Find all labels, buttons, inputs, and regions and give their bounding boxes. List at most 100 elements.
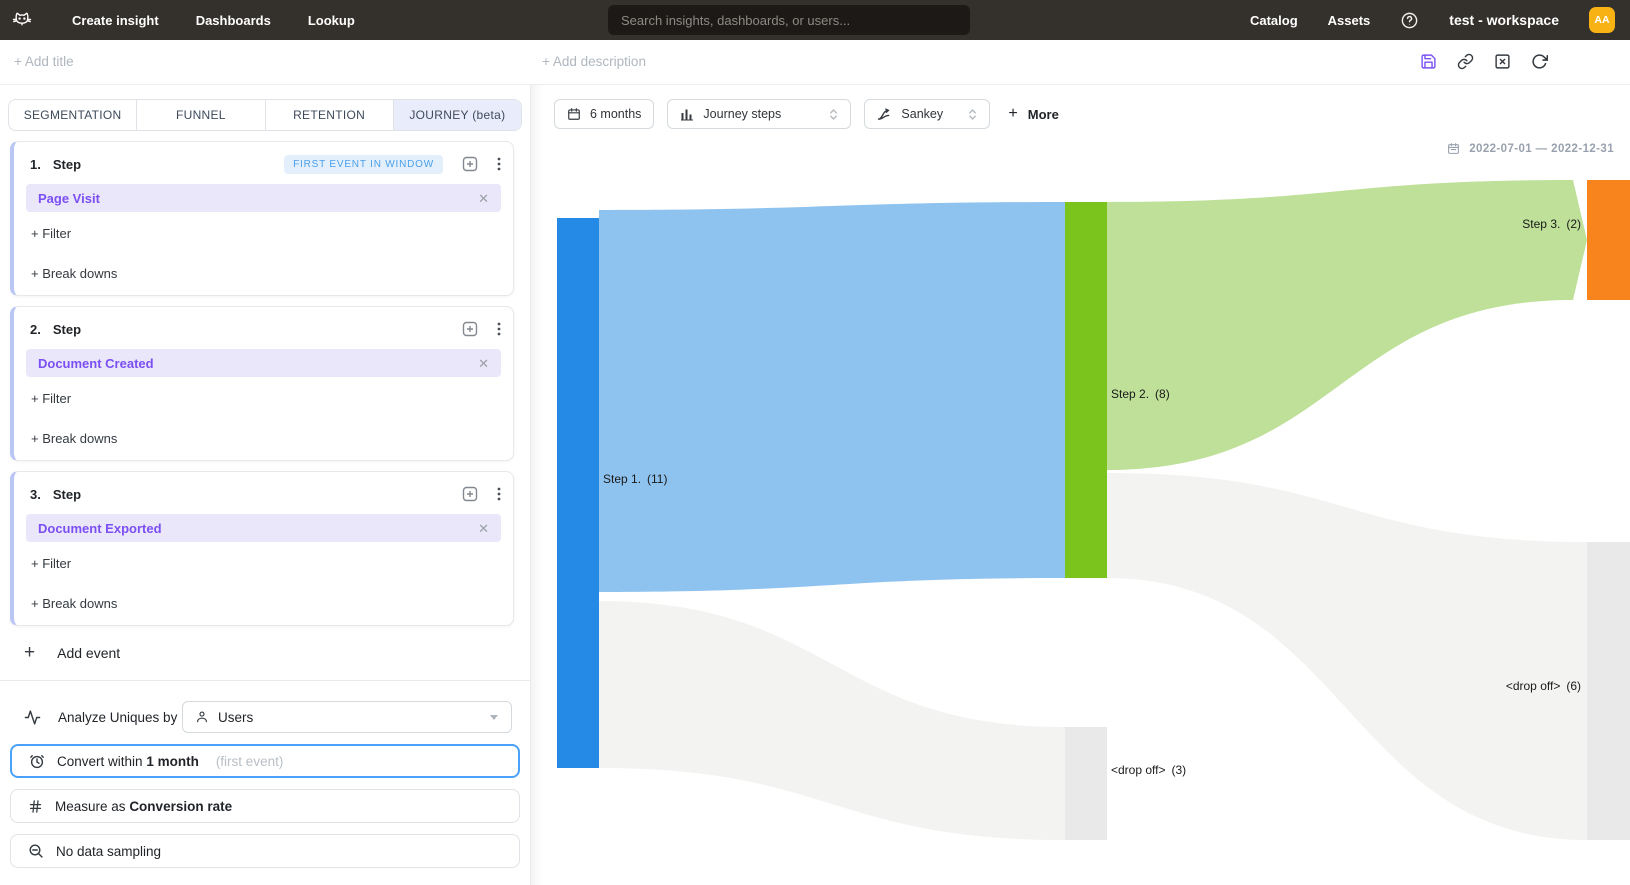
- nav-dashboards[interactable]: Dashboards: [196, 13, 271, 28]
- remove-event-icon[interactable]: ✕: [478, 192, 489, 205]
- step-title: Step: [53, 322, 81, 337]
- up-down-chevrons-icon: [968, 107, 977, 122]
- sankey-node-label-step1: Step 1. (11): [603, 472, 667, 486]
- chevron-down-icon: [489, 714, 499, 721]
- more-options-button[interactable]: + More: [1008, 105, 1058, 123]
- step-card-1: 1. Step FIRST EVENT IN WINDOW Page Visit…: [10, 141, 514, 296]
- more-label: More: [1028, 107, 1059, 122]
- nav-create-insight[interactable]: Create insight: [72, 13, 159, 28]
- remove-event-icon[interactable]: ✕: [478, 357, 489, 370]
- sankey-flow-icon: [877, 108, 892, 121]
- chart-type-select[interactable]: Sankey: [864, 99, 990, 129]
- tab-journey[interactable]: JOURNEY (beta): [393, 100, 521, 130]
- kebab-menu-icon[interactable]: [497, 486, 501, 502]
- kebab-menu-icon[interactable]: [497, 321, 501, 337]
- add-description-field[interactable]: + Add description: [542, 54, 646, 69]
- person-icon: [195, 710, 209, 724]
- chart-type-value: Sankey: [901, 107, 959, 121]
- sankey-node-step3[interactable]: [1587, 180, 1630, 300]
- sankey-node-label-dropoff_after_step2: <drop off> (6): [1506, 679, 1581, 693]
- nav-catalog[interactable]: Catalog: [1250, 13, 1298, 28]
- add-filter-link[interactable]: + Filter: [31, 556, 71, 571]
- plus-icon: +: [24, 643, 35, 662]
- sidebar-divider: [0, 680, 530, 681]
- add-breakdown-link[interactable]: + Break downs: [31, 266, 117, 281]
- chart-date-range[interactable]: 2022-07-01 — 2022-12-31: [1447, 142, 1614, 155]
- help-circle-icon[interactable]: [1400, 11, 1419, 30]
- tab-funnel[interactable]: FUNNEL: [136, 100, 264, 130]
- calendar-icon: [567, 107, 581, 121]
- event-row[interactable]: Document Exported ✕: [26, 514, 501, 542]
- step-title: Step: [53, 157, 81, 172]
- analyze-uniques-label: Analyze Uniques by: [58, 710, 177, 725]
- nav-assets[interactable]: Assets: [1328, 13, 1371, 28]
- up-down-chevrons-icon: [829, 107, 838, 122]
- kebab-menu-icon[interactable]: [497, 156, 501, 172]
- add-filter-link[interactable]: + Filter: [31, 391, 71, 406]
- link-icon[interactable]: [1457, 53, 1474, 70]
- sankey-node-dropoff_after_step2[interactable]: [1587, 542, 1630, 840]
- step-card-3: 3. Step Document Exported ✕ + Filter + B…: [10, 471, 514, 626]
- date-range-button[interactable]: 6 months: [554, 99, 654, 129]
- chart-panel: 6 months Journey steps Sankey + More: [530, 85, 1630, 885]
- measure-value: Conversion rate: [129, 799, 232, 814]
- analyze-by-select[interactable]: Users: [182, 701, 512, 733]
- date-range-value: 6 months: [590, 107, 641, 121]
- insight-header-bar: + Add title + Add description: [0, 40, 1630, 85]
- conversion-window-control[interactable]: Convert within 1 month (first event): [10, 744, 520, 778]
- sankey-node-label-step2: Step 2. (8): [1111, 387, 1170, 401]
- add-breakdown-link[interactable]: + Break downs: [31, 596, 117, 611]
- plus-icon: +: [1008, 105, 1017, 123]
- zoom-out-icon: [28, 843, 44, 859]
- bar-chart-icon: [680, 107, 694, 121]
- step-number: 3.: [30, 487, 41, 502]
- sankey-flow-step2-step3: [1107, 180, 1587, 470]
- step-card-2: 2. Step Document Created ✕ + Filter + Br…: [10, 306, 514, 461]
- remove-event-icon[interactable]: ✕: [478, 522, 489, 535]
- hash-icon: [28, 799, 43, 814]
- activity-icon: [24, 709, 41, 726]
- tab-segmentation[interactable]: SEGMENTATION: [9, 100, 136, 130]
- alarm-clock-icon: [29, 753, 45, 769]
- step-title: Step: [53, 487, 81, 502]
- sankey-diagram[interactable]: Step 1. (11)Step 2. (8)<drop off> (3)Ste…: [531, 85, 1630, 885]
- measure-as-control[interactable]: Measure as Conversion rate: [10, 789, 520, 823]
- event-row[interactable]: Page Visit ✕: [26, 184, 501, 212]
- data-sampling-control[interactable]: No data sampling: [10, 834, 520, 868]
- refresh-icon[interactable]: [1531, 53, 1548, 70]
- measure-as-label: Measure as: [55, 799, 126, 814]
- add-step-after-icon[interactable]: [462, 321, 478, 337]
- boxed-x-icon[interactable]: [1494, 53, 1511, 70]
- event-name: Document Created: [38, 356, 154, 371]
- conversion-window-value: 1 month: [146, 754, 199, 769]
- add-title-field[interactable]: + Add title: [14, 54, 74, 69]
- sampling-label: No data sampling: [56, 844, 161, 859]
- event-row[interactable]: Document Created ✕: [26, 349, 501, 377]
- calendar-icon: [1447, 142, 1460, 155]
- add-filter-link[interactable]: + Filter: [31, 226, 71, 241]
- sankey-node-dropoff_after_step1[interactable]: [1065, 727, 1107, 840]
- avatar[interactable]: AA: [1589, 7, 1615, 33]
- convert-within-label: Convert within: [57, 754, 143, 769]
- nav-lookup[interactable]: Lookup: [308, 13, 355, 28]
- sankey-node-label-dropoff_after_step1: <drop off> (3): [1111, 763, 1186, 777]
- add-step-after-icon[interactable]: [462, 156, 478, 172]
- insight-type-tabs: SEGMENTATION FUNNEL RETENTION JOURNEY (b…: [8, 99, 522, 131]
- add-breakdown-link[interactable]: + Break downs: [31, 431, 117, 446]
- step-number: 2.: [30, 322, 41, 337]
- add-step-after-icon[interactable]: [462, 486, 478, 502]
- metric-select[interactable]: Journey steps: [667, 99, 851, 129]
- save-icon[interactable]: [1420, 53, 1437, 70]
- sankey-node-step2[interactable]: [1065, 202, 1107, 578]
- query-builder-panel: SEGMENTATION FUNNEL RETENTION JOURNEY (b…: [0, 85, 530, 885]
- cat-logo-icon[interactable]: [9, 7, 35, 33]
- add-event-button[interactable]: + Add event: [24, 643, 120, 662]
- sankey-flow-step2-dropoff: [1107, 473, 1587, 840]
- first-event-badge: FIRST EVENT IN WINDOW: [284, 155, 443, 174]
- sankey-node-step1[interactable]: [557, 218, 599, 768]
- step-number: 1.: [30, 157, 41, 172]
- search-input[interactable]: [608, 5, 970, 35]
- workspace-name[interactable]: test - workspace: [1449, 12, 1559, 28]
- tab-retention[interactable]: RETENTION: [265, 100, 393, 130]
- add-event-label: Add event: [57, 645, 120, 661]
